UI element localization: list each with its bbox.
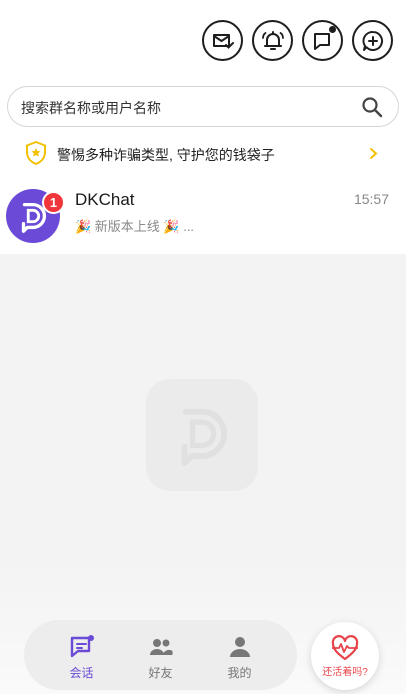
notification-button[interactable]: [252, 20, 293, 61]
bottom-tab-bar: 会话 好友 我的: [24, 620, 297, 690]
conversation-name: DKChat: [75, 190, 135, 209]
fraud-warning-text: 警惕多种诈骗类型, 守护您的钱袋子: [57, 147, 275, 163]
heartbeat-icon: [331, 635, 359, 661]
tab-me[interactable]: 我的: [194, 620, 285, 690]
tab-friends-label: 好友: [148, 666, 173, 680]
mail-check-button[interactable]: [202, 20, 243, 61]
still-alive-button[interactable]: 还活着吗?: [311, 622, 379, 690]
message-button[interactable]: [302, 20, 343, 61]
fraud-warning-banner[interactable]: 警惕多种诈骗类型, 守护您的钱袋子: [0, 138, 406, 170]
add-chat-button[interactable]: [352, 20, 393, 61]
tab-chats-label: 会话: [69, 666, 94, 680]
conversation-time: 15:57: [353, 191, 389, 207]
tab-me-label: 我的: [227, 666, 252, 680]
tab-chats[interactable]: 会话: [36, 620, 127, 690]
tab-friends[interactable]: 好友: [115, 620, 206, 690]
user-icon: [230, 637, 250, 657]
bell-icon: [261, 30, 284, 50]
top-panel: 搜索群名称或用户名称 警惕多种诈骗类型, 守护您的钱袋子 1 DKChat 15…: [0, 0, 406, 254]
still-alive-label: 还活着吗?: [322, 667, 368, 678]
mail-check-icon: [212, 33, 234, 49]
unread-badge: 1: [42, 191, 65, 214]
chat-bubble-icon: [70, 635, 94, 658]
chevron-right-icon: [370, 148, 378, 159]
search-bar[interactable]: 搜索群名称或用户名称: [7, 86, 399, 127]
shield-star-icon: [26, 141, 46, 165]
app-logo-watermark: [146, 379, 258, 491]
search-icon[interactable]: [360, 95, 384, 119]
add-chat-icon: [361, 30, 383, 51]
friends-icon: [150, 639, 173, 655]
conversation-preview: 🎉 新版本上线 🎉 ...: [75, 219, 195, 234]
conversation-item[interactable]: 1 DKChat 15:57 🎉 新版本上线 🎉 ...: [0, 180, 406, 252]
new-message-dot: [329, 26, 336, 33]
dkchat-watermark-icon: [181, 408, 228, 466]
search-input[interactable]: 搜索群名称或用户名称: [21, 98, 161, 118]
